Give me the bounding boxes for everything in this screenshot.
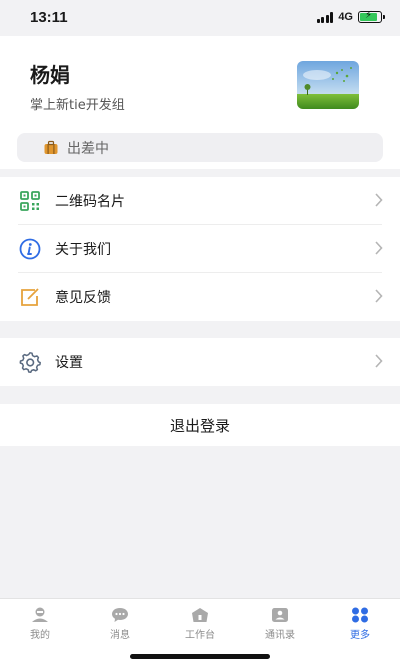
- qr-code-icon: [20, 191, 40, 211]
- chevron-right-icon: [375, 354, 383, 368]
- chevron-right-icon: [375, 241, 383, 255]
- gear-icon: [19, 352, 41, 373]
- menu-item-label: 设置: [55, 355, 83, 371]
- menu-item-label: 二维码名片: [55, 194, 125, 210]
- profile-department: 掌上新tie开发组: [30, 98, 125, 113]
- work-status-label: 出差中: [67, 140, 109, 157]
- workbench-icon: [192, 608, 208, 622]
- menu-group-settings: 设置: [0, 338, 400, 386]
- more-grid-icon: [352, 607, 368, 623]
- contacts-icon: [272, 608, 288, 622]
- tab-workbench[interactable]: 工作台: [160, 607, 240, 641]
- menu-item-feedback[interactable]: 意见反馈: [0, 273, 400, 321]
- tab-label: 通讯录: [265, 630, 295, 641]
- signal-icon: [316, 11, 334, 23]
- tab-mine[interactable]: 我的: [0, 607, 80, 641]
- status-bar: 13:11 4G ⚡: [0, 0, 400, 36]
- profile-card[interactable]: 杨娟 掌上新tie开发组 出差中: [0, 36, 400, 169]
- menu-item-about-us[interactable]: 关于我们: [0, 225, 400, 273]
- menu-item-label: 意见反馈: [55, 290, 111, 306]
- menu-item-label: 关于我们: [55, 242, 111, 258]
- info-icon: [19, 238, 41, 260]
- status-time: 13:11: [30, 9, 68, 26]
- avatar[interactable]: [297, 61, 359, 109]
- battery-icon: ⚡: [358, 10, 385, 23]
- chevron-right-icon: [375, 193, 383, 207]
- profile-name: 杨娟: [30, 63, 70, 87]
- tab-label: 我的: [30, 630, 50, 641]
- message-icon: [112, 608, 128, 622]
- chevron-right-icon: [375, 289, 383, 303]
- tab-more[interactable]: 更多: [320, 607, 400, 641]
- suitcase-icon: [44, 140, 58, 154]
- work-status-pill[interactable]: 出差中: [17, 133, 383, 162]
- menu-group-main: 二维码名片 关于我们 意见反馈: [0, 177, 400, 321]
- tab-label: 消息: [110, 630, 130, 641]
- logout-button[interactable]: 退出登录: [0, 404, 400, 446]
- tab-messages[interactable]: 消息: [80, 607, 160, 641]
- network-type: 4G: [338, 11, 353, 23]
- tab-contacts[interactable]: 通讯录: [240, 607, 320, 641]
- status-indicators: 4G ⚡: [316, 10, 385, 23]
- profile-icon: [32, 607, 48, 622]
- tab-label: 工作台: [185, 630, 215, 641]
- menu-item-settings[interactable]: 设置: [0, 338, 400, 386]
- tab-label: 更多: [350, 630, 370, 641]
- feedback-edit-icon: [21, 288, 39, 306]
- home-indicator: [130, 654, 270, 659]
- menu-item-qr-card[interactable]: 二维码名片: [0, 177, 400, 225]
